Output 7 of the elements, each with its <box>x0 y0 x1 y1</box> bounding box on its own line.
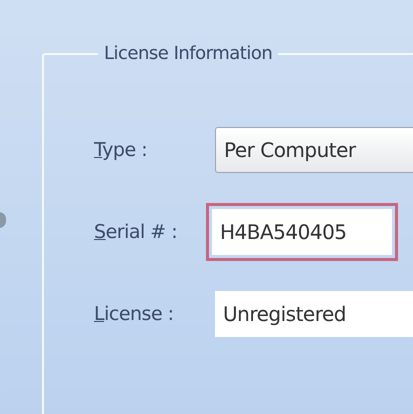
type-dropdown[interactable]: Per Computer <box>215 127 413 173</box>
input-field[interactable]: H4BA540405 <box>212 209 392 255</box>
field-label: Serial # : <box>94 220 178 245</box>
field-label: Type : <box>94 138 148 163</box>
field-label: License : <box>94 302 175 327</box>
group-title: License Information <box>103 42 274 66</box>
input-field[interactable]: Unregistered <box>215 291 413 337</box>
